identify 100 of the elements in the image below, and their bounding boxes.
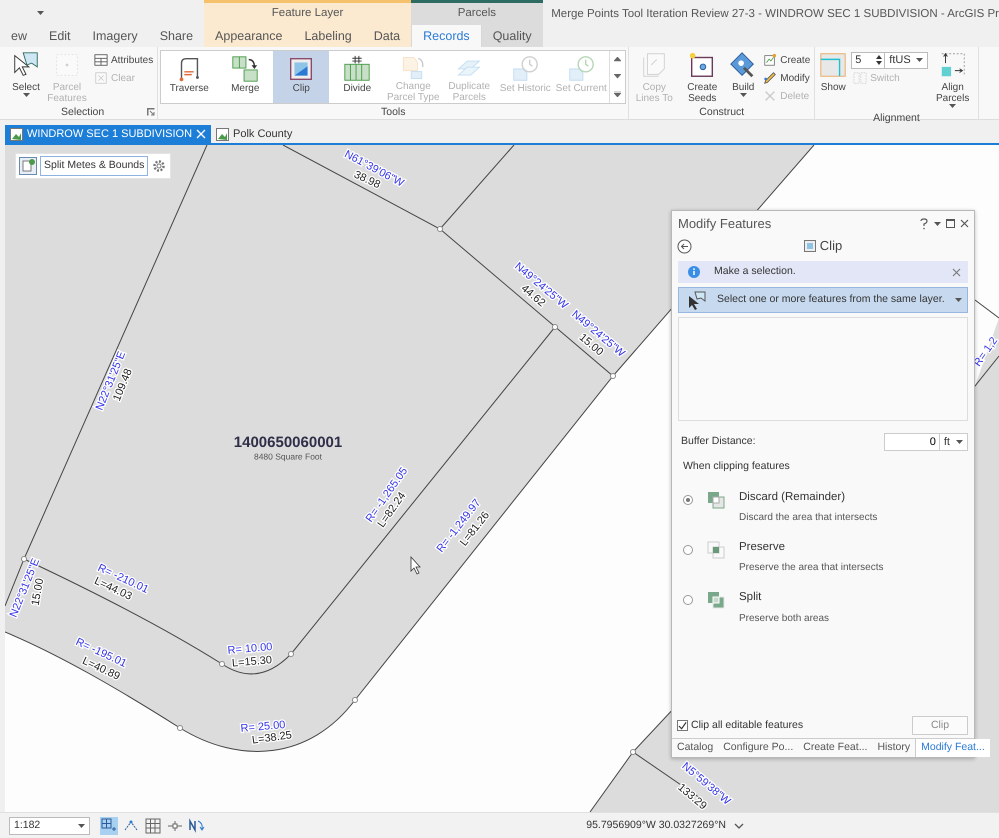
template-icon[interactable] xyxy=(19,156,37,175)
unit-dropdown[interactable]: ftUS xyxy=(885,52,928,68)
ribbon-tab[interactable]: Appearance xyxy=(204,25,294,47)
caret-icon xyxy=(614,74,622,80)
pane-tab[interactable]: Create Feat... xyxy=(798,739,872,757)
caret-icon[interactable] xyxy=(734,822,744,828)
map-icon xyxy=(216,128,230,140)
buffer-input[interactable]: 0 xyxy=(884,433,940,451)
ribbon-tab[interactable]: Edit xyxy=(38,25,82,47)
pane-menu-icon xyxy=(934,222,941,226)
ribbon-tab[interactable]: Data xyxy=(362,25,412,47)
north-arrow-icon xyxy=(189,818,205,834)
group-label: Construct xyxy=(699,106,744,118)
map-tab[interactable]: Polk County xyxy=(211,125,298,143)
coordinates-text: 95.7956909°W 30.0327269°N xyxy=(586,818,726,833)
distance-label: L=15.30 xyxy=(232,654,272,670)
clear-icon xyxy=(94,71,108,85)
gallery-tool-button[interactable]: Divide xyxy=(329,51,386,103)
field-label: Buffer Distance: xyxy=(681,434,756,450)
snapping-icon xyxy=(101,818,117,834)
gallery-tool-button[interactable]: Merge xyxy=(217,51,274,103)
dialog-launcher-icon[interactable] xyxy=(147,108,156,116)
spin-arrows-icon[interactable] xyxy=(876,54,882,66)
window-title: Merge Points Tool Iteration Review 27-3 - WINDROW SEC 1 SUBDIVISION - ArcGIS Pr xyxy=(551,7,999,22)
scale-dropdown[interactable]: 1:182 xyxy=(9,816,90,834)
bearing-label: R= 10.00 xyxy=(227,640,273,657)
ribbon-button[interactable]: Create Seeds xyxy=(679,49,726,105)
delete-icon xyxy=(763,89,778,103)
preserve-icon xyxy=(707,541,725,559)
pane-tab[interactable]: Modify Feat... xyxy=(915,739,990,757)
ribbon-button[interactable]: Build xyxy=(727,49,760,100)
option-description: Discard the area that intersects xyxy=(739,511,878,525)
ribbon-button[interactable]: Align Parcels xyxy=(930,49,976,111)
radio-button[interactable] xyxy=(683,494,693,505)
ribbon-button[interactable]: Select xyxy=(10,49,42,100)
radio-button[interactable] xyxy=(683,545,693,555)
map-tab[interactable]: WINDROW SEC 1 SUBDIVISION xyxy=(5,125,212,143)
tool-title: Clip xyxy=(820,237,842,256)
template-field[interactable]: Split Metes & Bounds xyxy=(40,156,148,176)
selection-dropdown[interactable]: Select one or more features from the same layer. xyxy=(678,287,968,313)
close-icon[interactable] xyxy=(960,219,969,228)
caret-icon xyxy=(916,58,923,62)
merge-icon xyxy=(230,54,260,84)
select-icon xyxy=(687,290,707,310)
clip-icon xyxy=(804,240,816,252)
ribbon-tab[interactable]: Quality xyxy=(482,25,543,47)
section-label: When clipping features xyxy=(683,459,791,474)
gallery-tool-button[interactable]: Clip xyxy=(273,51,330,103)
pane-tab[interactable]: Configure Po... xyxy=(718,739,798,757)
option-description: Preserve the area that intersects xyxy=(739,561,884,576)
ribbon-button[interactable]: Attributes xyxy=(92,51,156,69)
ribbon-button[interactable]: Modify xyxy=(761,69,812,87)
group-label: Tools xyxy=(380,106,406,118)
status-tool-button[interactable] xyxy=(188,816,206,834)
ribbon-tab[interactable]: Imagery xyxy=(82,25,149,47)
ribbon-button[interactable]: Create xyxy=(761,51,812,69)
grid-icon xyxy=(145,818,161,834)
option-title: Preserve xyxy=(739,540,786,555)
ribbon-tab[interactable]: ew xyxy=(0,25,38,47)
pencil-icon xyxy=(763,71,778,85)
map-icon xyxy=(10,128,23,140)
option-title: Discard (Remainder) xyxy=(739,490,846,505)
pane-tab[interactable]: Catalog xyxy=(672,739,718,757)
help-icon[interactable] xyxy=(919,218,929,230)
status-tool-button[interactable] xyxy=(100,816,118,834)
discard-icon xyxy=(707,490,725,509)
gallery-tool-button[interactable]: Traverse xyxy=(161,51,218,103)
group-label: Selection xyxy=(61,106,104,118)
pane-title: Modify Features xyxy=(678,214,772,233)
message-text: Make a selection. xyxy=(714,264,797,280)
info-icon xyxy=(688,266,700,278)
ribbon-tab[interactable]: Share xyxy=(148,25,204,47)
maximize-icon[interactable] xyxy=(946,219,955,228)
ribbon-tab[interactable]: Records xyxy=(411,25,482,47)
close-icon[interactable] xyxy=(952,268,961,276)
status-tool-button[interactable] xyxy=(144,816,162,834)
radio-button[interactable] xyxy=(683,595,693,606)
back-icon[interactable] xyxy=(677,238,692,254)
caret-icon xyxy=(956,440,963,444)
ribbon-tab[interactable]: Labeling xyxy=(293,25,363,47)
caret-up-icon xyxy=(614,56,622,63)
unit-dropdown[interactable]: ft xyxy=(940,433,968,451)
switch-icon xyxy=(853,71,868,85)
check-icon xyxy=(678,720,687,730)
create-icon xyxy=(763,53,778,67)
distance-label: L=38.25 xyxy=(251,729,293,747)
settings-icon[interactable] xyxy=(151,158,168,174)
number-field[interactable]: 5 xyxy=(851,52,886,68)
pane-tab[interactable]: History xyxy=(872,739,916,757)
group-label: Alignment xyxy=(873,112,920,124)
caret-icon xyxy=(78,824,85,828)
split-icon xyxy=(707,591,725,610)
quick-access-caret-icon xyxy=(37,10,44,14)
ribbon-button[interactable]: Show xyxy=(817,49,850,94)
expand-icon xyxy=(614,91,622,98)
parcel-id-label: 1400650060001 xyxy=(234,434,342,451)
option-description: Preserve both areas xyxy=(739,612,830,626)
checkbox[interactable] xyxy=(677,720,688,731)
option-title: Split xyxy=(739,590,762,606)
caret-icon xyxy=(954,298,962,302)
